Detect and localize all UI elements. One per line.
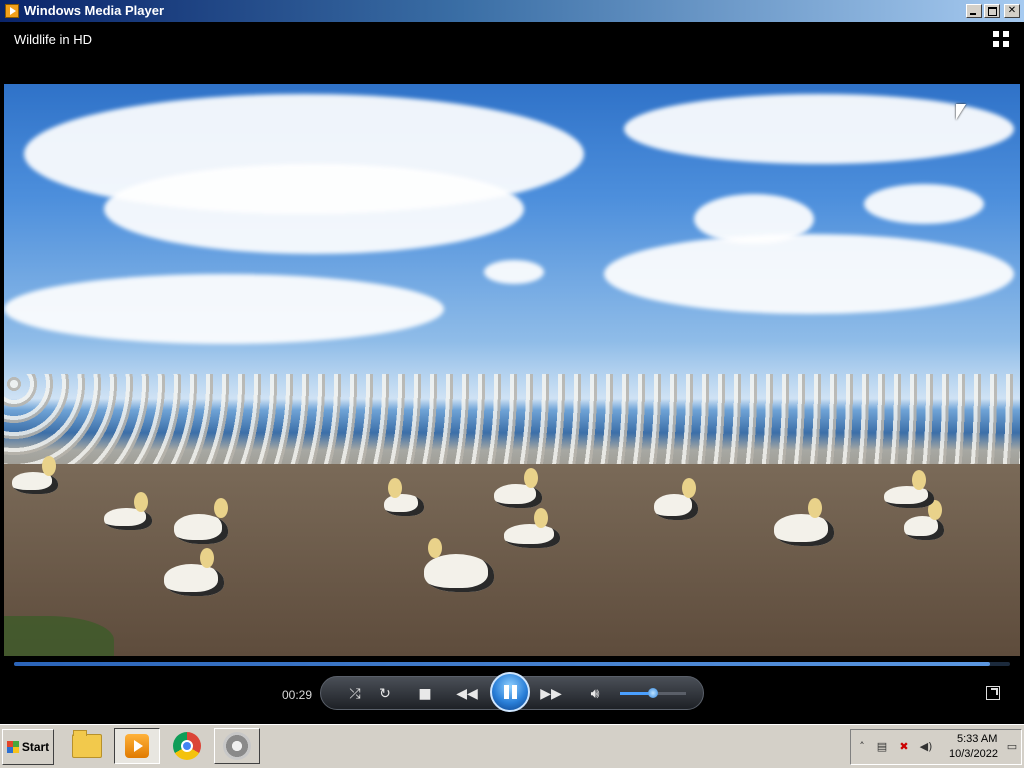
clock-time[interactable]: 5:33 AM [957,733,997,745]
clock-date[interactable]: 10/3/2022 [949,748,998,760]
show-hidden-icons-icon[interactable]: ˄ [855,740,869,754]
previous-icon[interactable]: ◀◀ [456,684,478,704]
network-disconnected-icon[interactable]: ✖ [897,740,911,754]
video-display[interactable] [4,84,1020,656]
gannet [504,508,560,548]
seek-bar[interactable] [14,662,1010,666]
gannet [174,498,228,544]
start-label: Start [21,740,50,754]
window-title: Windows Media Player [24,3,165,18]
seek-bar-progress [14,662,991,666]
cloud [484,260,544,284]
media-title: Wildlife in HD [14,32,93,47]
fullscreen-icon[interactable] [986,686,1000,700]
switch-to-library-icon[interactable] [992,30,1010,48]
maximize-button[interactable] [984,4,1000,18]
show-desktop-icon[interactable]: ▭ [1005,740,1019,754]
stop-icon[interactable]: ■ [414,684,436,704]
close-button[interactable]: ✕ [1004,4,1020,18]
cloud [864,184,984,224]
now-playing-bar: Wildlife in HD [4,22,1020,84]
cloud [604,234,1014,314]
gannet [104,492,152,530]
cloud [104,164,524,254]
gannet [774,498,834,546]
cloud [4,274,444,344]
elapsed-time: 00:29 [282,688,313,702]
windows-media-player-icon [125,734,149,758]
system-tray: ˄ ▤ ✖ ◀) 5:33 AM 10/3/2022 ▭ [850,729,1022,765]
playback-controls: 00:29 ⤮ ↻ ■ ◀◀ ▶▶ 🔊︎ [4,656,1020,720]
start-button[interactable]: Start [2,729,54,765]
action-center-icon[interactable]: ▤ [875,740,889,754]
gannet [884,470,934,508]
gannet [654,478,698,520]
pause-button[interactable] [490,672,530,712]
taskbar-media-player[interactable] [114,728,160,764]
file-explorer-icon [72,730,102,758]
window-controls: ✕ [966,4,1020,18]
gannet-colony [4,374,1020,464]
mouse-cursor-icon [956,104,966,120]
volume-icon[interactable]: ◀) [919,740,933,754]
title-bar[interactable]: Windows Media Player ✕ [0,0,1024,22]
gannet [904,500,944,540]
taskbar-file-explorer[interactable] [64,728,110,764]
taskbar: Start ˄ ▤ ✖ ◀) 5:33 AM 10/3/2022 ▭ [0,724,1024,768]
volume-slider[interactable] [620,688,686,698]
chrome-icon [173,732,201,760]
gannet [384,478,424,516]
gannet [494,468,542,508]
gannet [12,456,58,494]
shuffle-icon[interactable]: ⤮ [344,684,366,704]
taskbar-settings[interactable] [214,728,260,764]
volume-knob[interactable] [648,688,658,698]
next-icon[interactable]: ▶▶ [540,684,562,704]
volume-speaker-icon[interactable]: 🔊︎ [584,684,606,704]
gannet [424,538,494,592]
media-player-app-icon [5,4,19,18]
windows-logo-icon [6,741,19,753]
taskbar-chrome[interactable] [164,728,210,764]
minimize-button[interactable] [966,4,982,18]
gannet [164,548,224,596]
repeat-icon[interactable]: ↻ [374,684,396,704]
settings-gear-icon [223,732,251,760]
media-player-window: Windows Media Player ✕ Wildlife in HD 00… [0,0,1024,724]
